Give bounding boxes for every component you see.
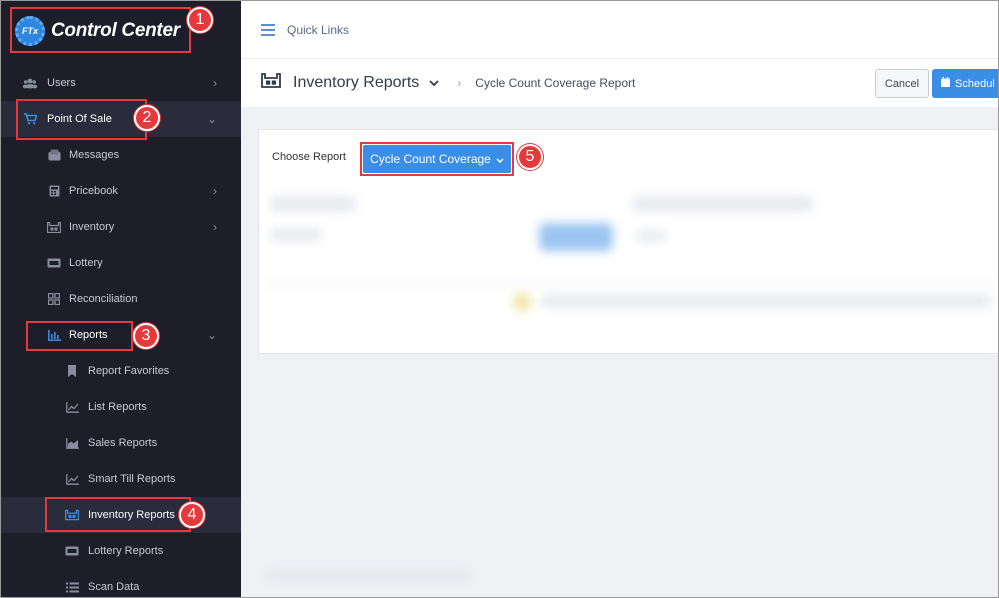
line-chart-icon	[65, 401, 79, 413]
callout-box-1	[10, 7, 191, 53]
messages-icon	[47, 149, 61, 161]
bookmark-icon	[65, 365, 79, 377]
callout-box-2	[16, 99, 147, 140]
sidebar-item-label: Scan Data	[88, 581, 140, 593]
breadcrumb: Cycle Count Coverage Report	[475, 76, 636, 90]
sidebar-item-label: Lottery Reports	[88, 545, 164, 557]
chevron-right-icon: ›	[213, 220, 217, 234]
warehouse-icon	[261, 73, 281, 93]
sidebar-item-label: Sales Reports	[88, 437, 158, 449]
breadcrumb-separator-icon: ›	[457, 76, 462, 90]
blurred-field-value	[636, 231, 666, 241]
callout-badge-4: 4	[179, 502, 205, 528]
callout-badge-3: 3	[133, 323, 159, 349]
line-chart-icon	[65, 473, 79, 485]
sidebar-item-label: Lottery	[69, 257, 103, 269]
sidebar-item-sales-reports[interactable]: Sales Reports	[1, 425, 241, 461]
blurred-divider	[263, 283, 998, 285]
callout-box-5	[360, 142, 514, 176]
choose-report-label: Choose Report	[272, 151, 346, 163]
callout-badge-2: 2	[134, 105, 160, 131]
callout-badge-1: 1	[187, 7, 213, 33]
sidebar-item-label: Inventory	[69, 221, 115, 233]
callout-box-3	[26, 321, 133, 351]
page-title[interactable]: Inventory Reports	[293, 74, 419, 92]
blurred-button	[539, 223, 613, 251]
sidebar-item-inventory[interactable]: Inventory ›	[1, 209, 241, 245]
page-header: Inventory Reports › Cycle Count Coverage…	[241, 59, 998, 107]
sidebar-item-label: Pricebook	[69, 185, 118, 197]
sidebar-item-smart-till-reports[interactable]: Smart Till Reports	[1, 461, 241, 497]
sidebar-item-label: Smart Till Reports	[88, 473, 176, 485]
ticket-icon	[65, 545, 79, 557]
sidebar-item-list-reports[interactable]: List Reports	[1, 389, 241, 425]
sidebar-item-label: Messages	[69, 149, 120, 161]
list-icon	[65, 581, 79, 593]
blurred-warning-icon	[513, 293, 531, 311]
chevron-down-icon[interactable]	[429, 76, 439, 90]
app-window: FTx Control Center Users › Point Of Sale…	[0, 0, 999, 598]
sidebar-item-scan-data[interactable]: Scan Data	[1, 569, 241, 597]
chevron-down-icon: ⌄	[206, 328, 217, 342]
schedule-label: Schedul	[955, 77, 995, 90]
area-chart-icon	[65, 437, 79, 449]
callout-box-4	[45, 497, 191, 532]
warehouse-icon	[47, 221, 61, 233]
users-icon	[23, 77, 37, 89]
blurred-field-label	[633, 197, 813, 211]
blurred-message	[541, 295, 991, 307]
chevron-right-icon: ›	[213, 184, 217, 198]
chevron-down-icon: ⌄	[206, 112, 217, 126]
sidebar-item-pricebook[interactable]: Pricebook ›	[1, 173, 241, 209]
sidebar-item-lottery-reports[interactable]: Lottery Reports	[1, 533, 241, 569]
sidebar-item-reconciliation[interactable]: Reconciliation	[1, 281, 241, 317]
chevron-right-icon: ›	[213, 76, 217, 90]
calculator-icon	[47, 185, 61, 197]
schedule-button[interactable]: Schedul	[932, 69, 998, 98]
blurred-footer	[266, 569, 471, 581]
menu-icon[interactable]	[261, 23, 275, 36]
top-bar: Quick Links	[241, 1, 998, 59]
sidebar-item-label: Reconciliation	[69, 293, 138, 305]
sidebar-item-lottery[interactable]: Lottery	[1, 245, 241, 281]
sidebar-item-users[interactable]: Users ›	[1, 65, 241, 101]
grid-icon	[47, 293, 61, 305]
quick-links[interactable]: Quick Links	[287, 23, 349, 37]
sidebar-item-label: List Reports	[88, 401, 147, 413]
blurred-field-value	[271, 229, 321, 241]
cancel-button[interactable]: Cancel	[875, 69, 929, 98]
blurred-field-label	[271, 197, 356, 211]
calendar-icon	[941, 77, 950, 90]
sidebar-item-messages[interactable]: Messages	[1, 137, 241, 173]
sidebar-item-label: Report Favorites	[88, 365, 170, 377]
callout-badge-5: 5	[517, 144, 543, 170]
sidebar-item-label: Users	[47, 77, 76, 89]
ticket-icon	[47, 257, 61, 269]
sidebar-item-report-favorites[interactable]: Report Favorites	[1, 353, 241, 389]
